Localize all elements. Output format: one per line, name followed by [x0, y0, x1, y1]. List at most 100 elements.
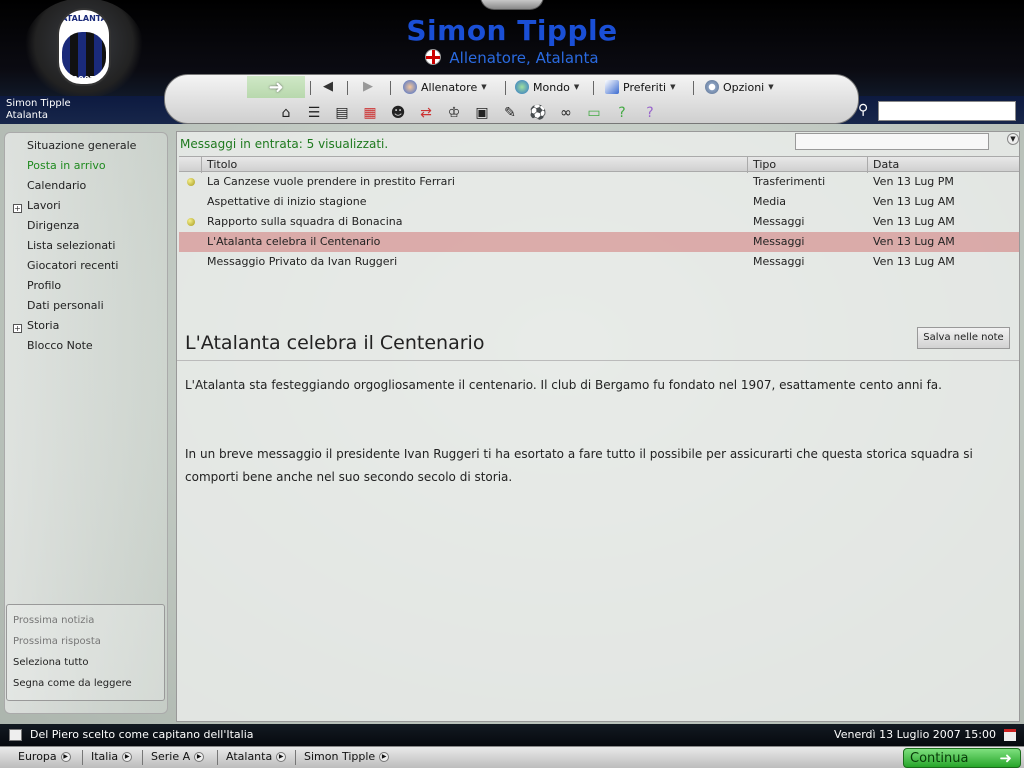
breadcrumb-serie-a[interactable]: Serie A ▶: [151, 750, 205, 763]
help-icon[interactable]: ?: [611, 103, 633, 123]
sidebar-item-giocatori-recenti[interactable]: Giocatori recenti: [27, 259, 118, 272]
chevron-down-icon: ▼: [768, 83, 774, 91]
breadcrumb: Europa ▶ Italia ▶ Serie A ▶ Atalanta ▶ Simon…: [0, 746, 1024, 768]
message-title: Rapporto sulla squadra di Bonacina: [207, 215, 403, 228]
column-title[interactable]: Titolo: [207, 158, 237, 171]
message-type: Trasferimenti: [753, 175, 826, 188]
inbox-actions: Prossima notizia Prossima risposta Selez…: [6, 604, 165, 701]
search-icon[interactable]: ⚲: [858, 102, 868, 118]
training-icon[interactable]: ⚽: [527, 103, 549, 123]
continue-button[interactable]: Continua ➜: [903, 748, 1021, 768]
message-title: Messaggio Privato da Ivan Ruggeri: [207, 255, 398, 268]
manager-role: Allenatore, Atalanta: [449, 49, 599, 67]
table-row[interactable]: Messaggio Privato da Ivan Ruggeri Messag…: [179, 252, 1019, 272]
profile-label[interactable]: Simon Tipple Atalanta: [6, 98, 71, 122]
bookmark-icon: [605, 80, 619, 94]
chevron-right-icon: ▶: [276, 751, 287, 762]
expand-plus-icon[interactable]: +: [13, 204, 22, 213]
news-ticker-text[interactable]: Del Piero scelto come capitano dell'Ital…: [30, 728, 254, 741]
select-all-button[interactable]: Seleziona tutto: [13, 657, 88, 668]
column-date[interactable]: Data: [873, 158, 899, 171]
next-reply-button[interactable]: Prossima risposta: [13, 636, 101, 647]
message-date: Ven 13 Lug AM: [873, 215, 955, 228]
back-arrow-icon: ◀: [323, 79, 333, 94]
manager-subtitle: Allenatore, Atalanta: [0, 49, 1024, 67]
transfer-icon[interactable]: ⇄: [415, 103, 437, 123]
table-row-selected[interactable]: L'Atalanta celebra il Centenario Messagg…: [179, 232, 1019, 252]
message-type: Messaggi: [753, 215, 805, 228]
gear-icon: [705, 80, 719, 94]
menu-opzioni[interactable]: Opzioni ▼: [705, 80, 774, 94]
unread-dot-icon: [187, 178, 195, 186]
shortcut-bar: ⌂ ☰ ▤ ▦ ☻ ⇄ ♔ ▣ ✎ ⚽ ∞ ▭ ? ?: [275, 103, 661, 123]
sidebar-item-storia[interactable]: Storia: [27, 319, 59, 332]
chevron-right-icon: ▶: [122, 751, 133, 762]
breadcrumb-simon-tipple[interactable]: Simon Tipple ▶: [304, 750, 390, 763]
sidebar-item-blocco-note[interactable]: Blocco Note: [27, 339, 93, 352]
menu-preferiti[interactable]: Preferiti ▼: [605, 80, 675, 94]
news-ticker-bar: Del Piero scelto come capitano dell'Ital…: [0, 724, 1024, 746]
squad-icon[interactable]: ☻: [387, 103, 409, 123]
calendar-icon[interactable]: [1004, 729, 1016, 741]
news-icon[interactable]: ☰: [303, 103, 325, 123]
message-paragraph: In un breve messaggio il presidente Ivan…: [185, 447, 973, 484]
message-title: L'Atalanta celebra il Centenario: [207, 235, 381, 248]
manager-name: Simon Tipple: [406, 14, 618, 47]
crest-year: 1907: [72, 75, 96, 84]
book-icon[interactable]: ▤: [331, 103, 353, 123]
chevron-down-icon: ▼: [573, 83, 580, 91]
england-flag-icon: [425, 49, 442, 65]
info-icon[interactable]: ?: [639, 103, 661, 123]
profile-club: Atalanta: [6, 110, 49, 121]
sidebar-item-dati-personali[interactable]: Dati personali: [27, 299, 104, 312]
scouting-icon[interactable]: ∞: [555, 103, 577, 123]
sidebar-item-dirigenza[interactable]: Dirigenza: [27, 219, 79, 232]
message-type: Messaggi: [753, 235, 805, 248]
sidebar-item-lavori[interactable]: Lavori: [27, 199, 61, 212]
message-title: Aspettative di inizio stagione: [207, 195, 367, 208]
go-button[interactable]: ➜: [247, 76, 305, 98]
expand-plus-icon[interactable]: +: [13, 324, 22, 333]
menu-mondo[interactable]: Mondo ▼: [515, 80, 579, 94]
main-toolbar: ➜ ◀ ▶ Allenatore ▼ Mondo ▼ Preferiti ▼ Opzi…: [164, 74, 859, 124]
search-box: ⚲: [858, 101, 1020, 121]
trophy-icon[interactable]: ♔: [443, 103, 465, 123]
notes-icon[interactable]: ✎: [499, 103, 521, 123]
breadcrumb-italia[interactable]: Italia ▶: [91, 750, 133, 763]
forward-arrow-icon: ▶: [363, 79, 373, 94]
save-to-notes-button[interactable]: Salva nelle note: [917, 327, 1010, 349]
forward-button[interactable]: ▶: [363, 79, 373, 94]
message-table: Titolo Tipo Data La Canzese vuole prende…: [179, 156, 1019, 272]
sidebar-item-posta-in-arrivo[interactable]: Posta in arrivo: [27, 159, 106, 172]
chevron-right-icon: ▶: [60, 751, 71, 762]
next-news-button[interactable]: Prossima notizia: [13, 615, 94, 626]
filter-input[interactable]: [795, 133, 989, 150]
message-date: Ven 13 Lug AM: [873, 195, 955, 208]
table-row[interactable]: La Canzese vuole prendere in prestito Fe…: [179, 172, 1019, 192]
header-grip-handle[interactable]: [480, 0, 544, 10]
search-input[interactable]: [878, 101, 1016, 121]
sidebar-item-situazione-generale[interactable]: Situazione generale: [27, 139, 136, 152]
manager-icon: [403, 80, 417, 94]
home-icon[interactable]: ⌂: [275, 103, 297, 123]
news-ticker-icon[interactable]: [9, 729, 22, 741]
profile-manager: Simon Tipple: [6, 98, 71, 109]
message-title: La Canzese vuole prendere in prestito Fe…: [207, 175, 455, 188]
finances-icon[interactable]: ▭: [583, 103, 605, 123]
filter-options-icon[interactable]: ▼: [1007, 133, 1019, 145]
menu-allenatore[interactable]: Allenatore ▼: [403, 80, 487, 94]
calendar-icon[interactable]: ▦: [359, 103, 381, 123]
breadcrumb-europa[interactable]: Europa ▶: [18, 750, 71, 763]
tactics-icon[interactable]: ▣: [471, 103, 493, 123]
back-button[interactable]: ◀: [323, 79, 333, 94]
sidebar-item-lista-selezionati[interactable]: Lista selezionati: [27, 239, 115, 252]
breadcrumb-atalanta[interactable]: Atalanta ▶: [226, 750, 287, 763]
mark-unread-button[interactable]: Segna come da leggere: [13, 678, 132, 689]
table-row[interactable]: Rapporto sulla squadra di Bonacina Messa…: [179, 212, 1019, 232]
column-type[interactable]: Tipo: [753, 158, 776, 171]
sidebar-item-profilo[interactable]: Profilo: [27, 279, 61, 292]
table-row[interactable]: Aspettative di inizio stagione Media Ven…: [179, 192, 1019, 212]
message-date: Ven 13 Lug AM: [873, 235, 955, 248]
table-header: Titolo Tipo Data: [179, 156, 1019, 173]
sidebar-item-calendario[interactable]: Calendario: [27, 179, 86, 192]
